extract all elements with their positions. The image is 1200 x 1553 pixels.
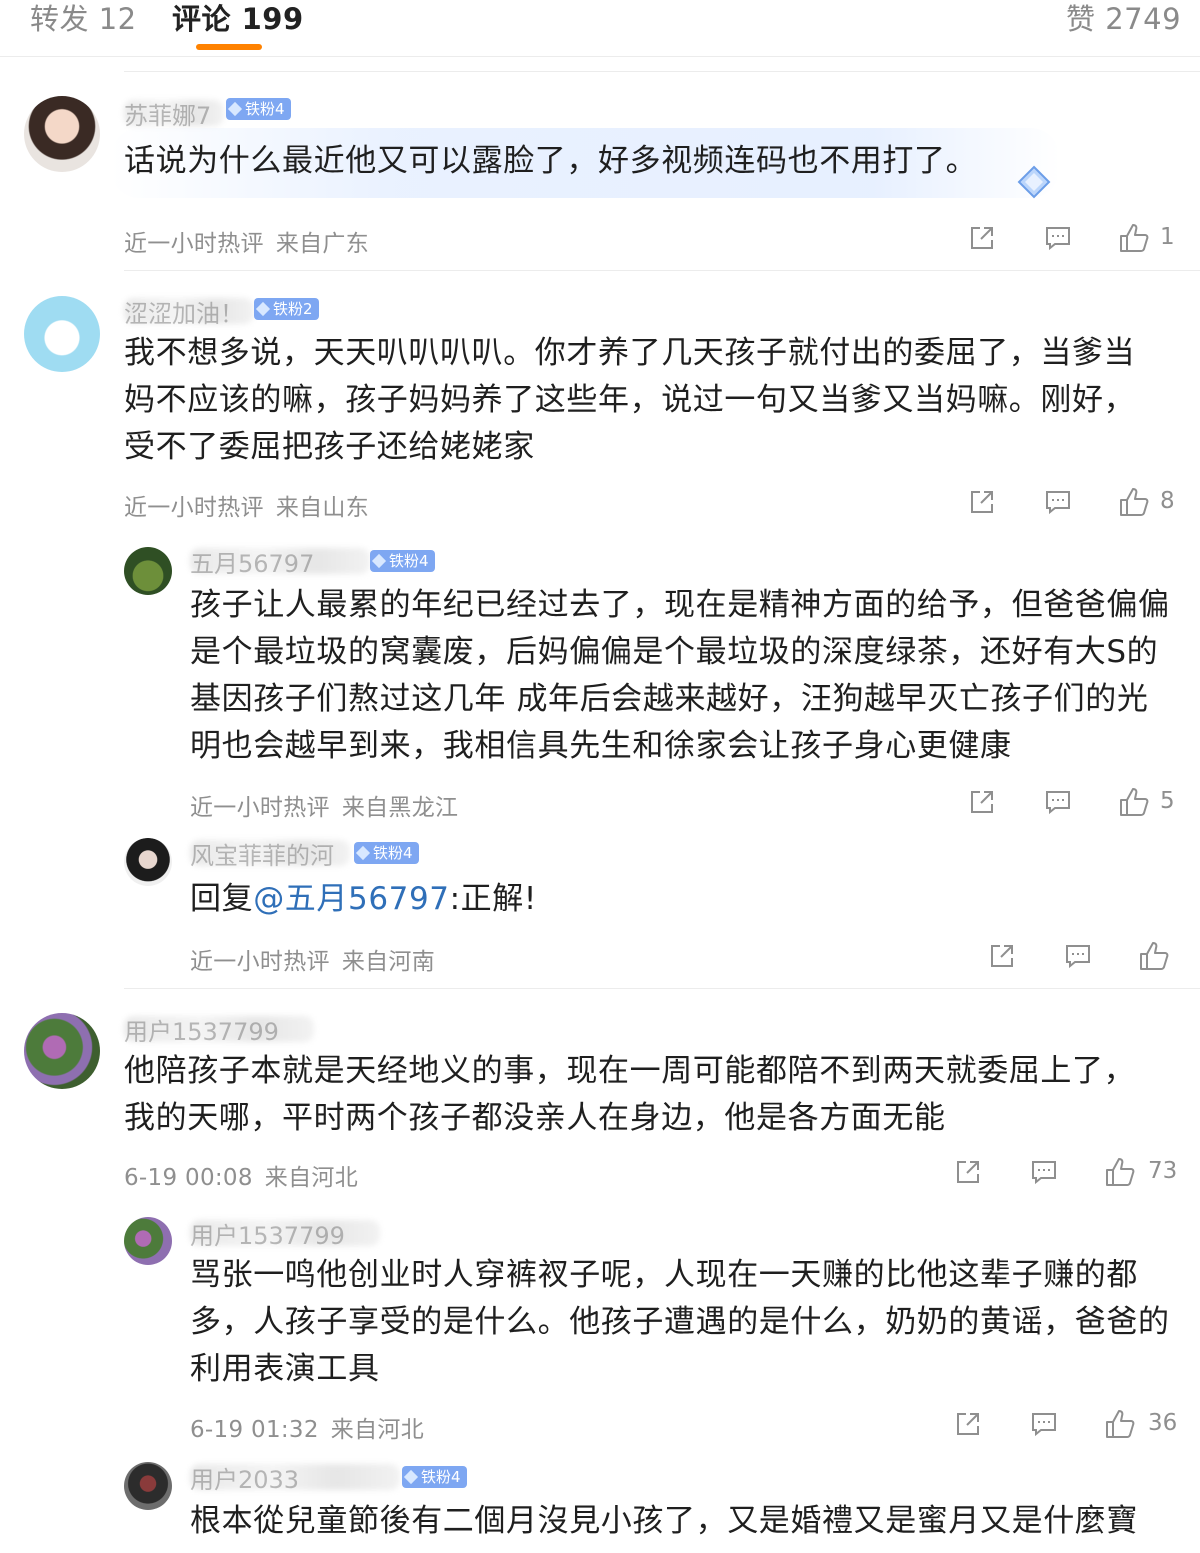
share-icon[interactable] bbox=[968, 488, 996, 516]
share-icon[interactable] bbox=[988, 942, 1016, 970]
comment-time: 6-19 00:08 bbox=[124, 1165, 253, 1191]
tab-reposts[interactable]: 转发 12 bbox=[30, 0, 137, 38]
thumbs-up-icon[interactable] bbox=[1118, 486, 1150, 518]
comment-text: 我不想多说，天天叭叭叭叭。你才养了几天孩子就付出的委屈了，当爹当妈不应该的嘛，孩… bbox=[124, 335, 1136, 465]
divider bbox=[124, 71, 1200, 72]
fan-badge: 铁粉4 bbox=[226, 98, 291, 120]
comment-text: 孩子让人最累的年纪已经过去了，现在是精神方面的给予，但爸爸偏偏是个最垃圾的窝囊废… bbox=[190, 587, 1170, 764]
share-icon[interactable] bbox=[968, 224, 996, 252]
comment-location: 来自河北 bbox=[264, 1165, 358, 1191]
username[interactable]: 风宝菲菲的河 bbox=[190, 836, 334, 871]
avatar[interactable] bbox=[124, 1217, 172, 1265]
divider bbox=[124, 988, 1200, 989]
thumbs-up-icon[interactable] bbox=[1118, 222, 1150, 254]
comment-icon[interactable] bbox=[1030, 1158, 1058, 1186]
username[interactable]: 五月56797 bbox=[190, 544, 314, 579]
fan-badge: 铁粉4 bbox=[370, 550, 435, 572]
like-count: 5 bbox=[1160, 788, 1175, 814]
share-icon[interactable] bbox=[954, 1410, 982, 1438]
share-icon[interactable] bbox=[954, 1158, 982, 1186]
comment-icon[interactable] bbox=[1044, 488, 1072, 516]
comment-icon[interactable] bbox=[1044, 788, 1072, 816]
like-count: 8 bbox=[1160, 488, 1175, 514]
comment-location: 来自广东 bbox=[275, 231, 370, 257]
username[interactable]: 涩涩加油！ bbox=[124, 294, 244, 329]
like-count: 1 bbox=[1160, 224, 1175, 250]
tab-comments[interactable]: 评论 199 bbox=[172, 0, 304, 38]
avatar[interactable] bbox=[24, 296, 100, 372]
thumbs-up-icon[interactable] bbox=[1104, 1156, 1136, 1188]
thumbs-up-icon[interactable] bbox=[1138, 940, 1170, 972]
comment-meta: 近一小时热评 来自山东 bbox=[124, 488, 369, 522]
comment-meta: 近一小时热评 来自黑龙江 bbox=[190, 788, 458, 822]
username[interactable]: 苏菲娜7 bbox=[124, 96, 211, 131]
like-count: 73 bbox=[1148, 1158, 1178, 1184]
comment-icon[interactable] bbox=[1064, 942, 1092, 970]
diamond-icon bbox=[255, 301, 271, 317]
comment-location: 来自黑龙江 bbox=[341, 795, 459, 821]
share-icon[interactable] bbox=[968, 788, 996, 816]
comment-time: 6-19 01:32 bbox=[190, 1417, 319, 1443]
avatar[interactable] bbox=[124, 838, 172, 886]
comment-time: 近一小时热评 bbox=[124, 495, 264, 521]
diamond-icon bbox=[403, 1469, 419, 1485]
avatar[interactable] bbox=[124, 1462, 172, 1510]
reply-text: 回复@五月56797:正解! bbox=[190, 876, 1090, 923]
diamond-icon bbox=[355, 845, 371, 861]
comment-meta: 6-19 01:32 来自河北 bbox=[190, 1410, 424, 1444]
like-count: 36 bbox=[1148, 1410, 1178, 1436]
comment-icon[interactable] bbox=[1030, 1410, 1058, 1438]
comment-text: 根本從兒童節後有二個月沒見小孩了，又是婚禮又是蜜月又是什麼寶 bbox=[190, 1503, 1138, 1539]
comment-meta: 6-19 00:08 来自河北 bbox=[124, 1158, 358, 1192]
comment-text: 话说为什么最近他又可以露脸了，好多视频连码也不用打了。 bbox=[124, 143, 978, 179]
mention-link[interactable]: @五月56797 bbox=[253, 881, 449, 917]
comment-meta: 近一小时热评 来自广东 bbox=[124, 224, 369, 258]
comment-time: 近一小时热评 bbox=[190, 949, 330, 975]
fan-badge: 铁粉4 bbox=[402, 1466, 467, 1488]
divider bbox=[124, 270, 1200, 271]
fan-badge: 铁粉2 bbox=[254, 298, 319, 320]
comment-location: 来自河北 bbox=[330, 1417, 424, 1443]
comment-text: :正解! bbox=[449, 881, 537, 917]
comment-location: 来自河南 bbox=[341, 949, 436, 975]
thumbs-up-icon[interactable] bbox=[1104, 1408, 1136, 1440]
reply-prefix: 回复 bbox=[190, 881, 254, 917]
username[interactable]: 用户1537799 bbox=[124, 1012, 279, 1047]
username[interactable]: 用户1537799 bbox=[190, 1216, 345, 1251]
comment-meta: 近一小时热评 来自河南 bbox=[190, 942, 435, 976]
avatar[interactable] bbox=[24, 96, 100, 172]
diamond-icon bbox=[371, 553, 387, 569]
comment-text: 他陪孩子本就是天经地义的事，现在一周可能都陪不到两天就委屈上了，我的天哪，平时两… bbox=[124, 1053, 1136, 1136]
username[interactable]: 用户2033 bbox=[190, 1460, 299, 1495]
active-tab-indicator bbox=[196, 44, 262, 50]
comment-icon[interactable] bbox=[1044, 224, 1072, 252]
diamond-icon bbox=[227, 101, 243, 117]
thumbs-up-icon[interactable] bbox=[1118, 786, 1150, 818]
tab-bar: 转发 12 评论 199 赞 2749 bbox=[0, 0, 1200, 57]
avatar[interactable] bbox=[124, 547, 172, 595]
tab-likes[interactable]: 赞 2749 bbox=[1066, 0, 1181, 38]
comment-time: 近一小时热评 bbox=[190, 795, 330, 821]
fan-badge: 铁粉4 bbox=[354, 842, 419, 864]
comment-text: 骂张一鸣他创业时人穿裤衩子呢，人现在一天赚的比他这辈子赚的都多，人孩子享受的是什… bbox=[190, 1257, 1170, 1387]
comment-location: 来自山东 bbox=[275, 495, 370, 521]
avatar[interactable] bbox=[24, 1013, 100, 1089]
comment-time: 近一小时热评 bbox=[124, 231, 264, 257]
